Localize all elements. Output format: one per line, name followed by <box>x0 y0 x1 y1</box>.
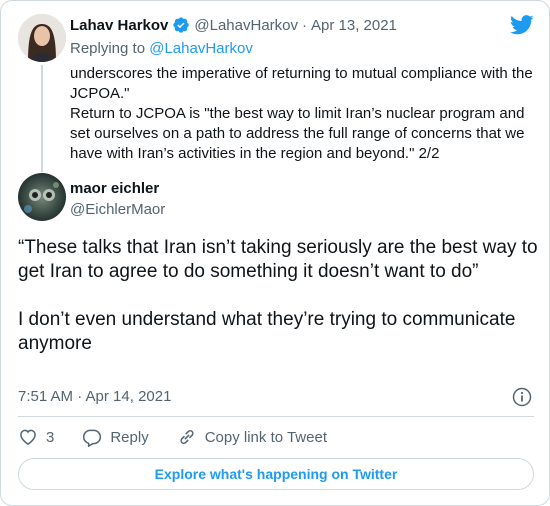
maor-avatar[interactable] <box>18 173 66 221</box>
reply-button[interactable]: Reply <box>82 427 149 447</box>
tweet-timestamp[interactable]: 7:51 AM · Apr 14, 2021 <box>18 388 171 405</box>
tweet2-paragraph-1: “These talks that Iran isn’t taking seri… <box>18 237 538 282</box>
verified-badge-icon <box>172 16 190 34</box>
thread-connector-line <box>41 65 43 172</box>
tweet-date[interactable]: Apr 13, 2021 <box>311 17 397 34</box>
reply-icon <box>82 427 102 447</box>
actions-bar: 3 Reply Copy link to Tweet <box>18 427 327 447</box>
divider <box>18 416 534 417</box>
replying-handle-link[interactable]: @LahavHarkov <box>149 40 253 57</box>
reply-label: Reply <box>110 428 149 446</box>
tweet1-paragraph-2: Return to JCPOA is "the best way to limi… <box>70 105 525 162</box>
like-button[interactable]: 3 <box>18 427 54 447</box>
author-handle[interactable]: @LahavHarkov <box>194 17 298 34</box>
author-name[interactable]: Lahav Harkov <box>70 17 168 34</box>
twitter-bird-icon[interactable] <box>510 15 534 40</box>
separator-dot: · <box>302 16 307 34</box>
heart-icon <box>18 427 38 447</box>
copy-link-label: Copy link to Tweet <box>204 428 327 446</box>
tweet1-header: Lahav Harkov @LahavHarkov · Apr 13, 2021 <box>70 16 397 34</box>
tweet1-text: underscores the imperative of returning … <box>70 64 540 164</box>
replying-prefix: Replying to <box>70 40 150 57</box>
lahav-avatar[interactable] <box>18 14 66 62</box>
tweet-embed-card: Lahav Harkov @LahavHarkov · Apr 13, 2021… <box>0 0 550 506</box>
author-handle[interactable]: @EichlerMaor <box>70 201 165 218</box>
tweet1-paragraph-1: underscores the imperative of returning … <box>70 65 533 102</box>
link-icon <box>177 427 197 447</box>
info-icon[interactable] <box>512 387 532 412</box>
explore-button[interactable]: Explore what's happening on Twitter <box>18 458 534 490</box>
like-count: 3 <box>46 428 55 446</box>
replying-to: Replying to @LahavHarkov <box>70 40 253 57</box>
tweet2-text: “These talks that Iran isn’t taking seri… <box>18 236 538 356</box>
copy-link-button[interactable]: Copy link to Tweet <box>177 427 327 447</box>
tweet2-paragraph-2: I don’t even understand what they’re try… <box>18 309 516 354</box>
author-name[interactable]: maor eichler <box>70 180 159 197</box>
